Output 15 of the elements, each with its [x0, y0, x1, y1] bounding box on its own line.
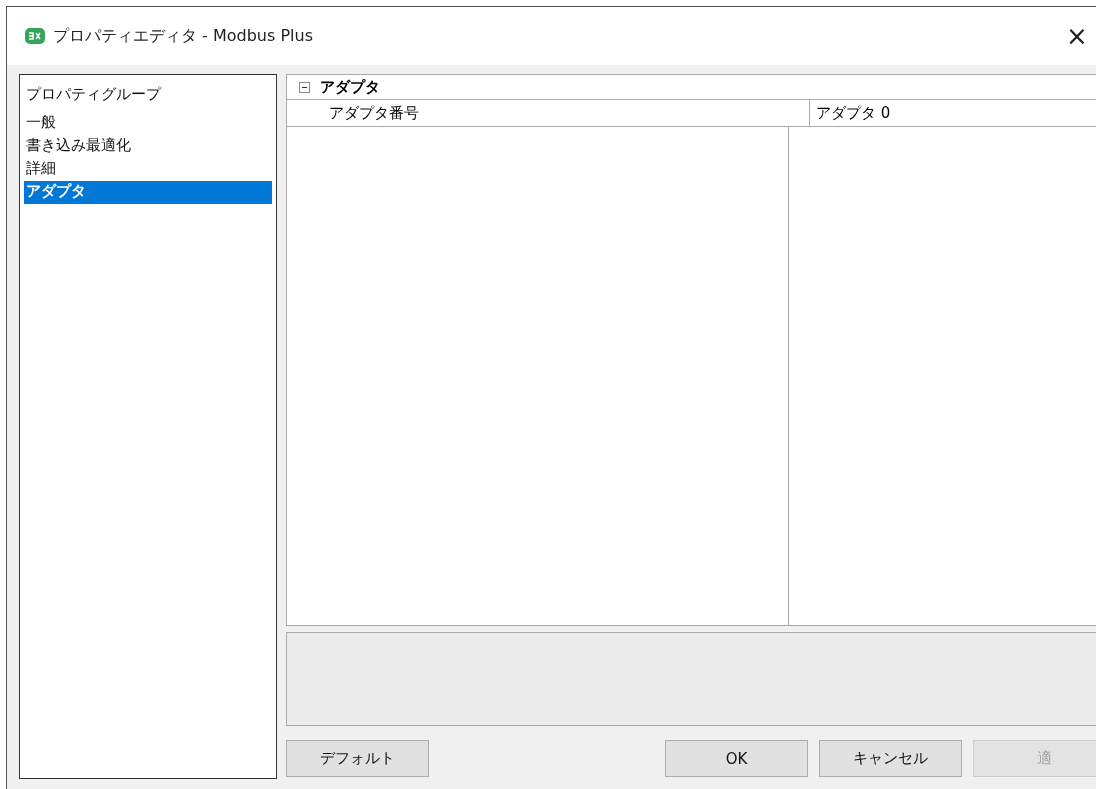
app-logo-icon: [25, 28, 45, 44]
list-item[interactable]: 一般: [24, 112, 272, 135]
collapse-icon[interactable]: [299, 81, 310, 93]
list-item[interactable]: 書き込み最適化: [24, 135, 272, 158]
list-header: プロパティグループ: [25, 84, 163, 105]
property-value[interactable]: アダプタ 0: [810, 100, 1096, 126]
category-label: アダプタ: [320, 77, 380, 97]
window-title: プロパティエディタ - Modbus Plus: [53, 25, 314, 47]
dialog-button[interactable]: OK: [665, 740, 808, 777]
dialog-button[interactable]: キャンセル: [819, 740, 962, 777]
property-name: アダプタ番号: [287, 100, 810, 126]
list-item[interactable]: アダプタ: [24, 181, 272, 204]
dialog-button[interactable]: デフォルト: [286, 740, 429, 777]
close-button[interactable]: ×: [1054, 13, 1096, 59]
list-item[interactable]: 詳細: [24, 158, 272, 181]
